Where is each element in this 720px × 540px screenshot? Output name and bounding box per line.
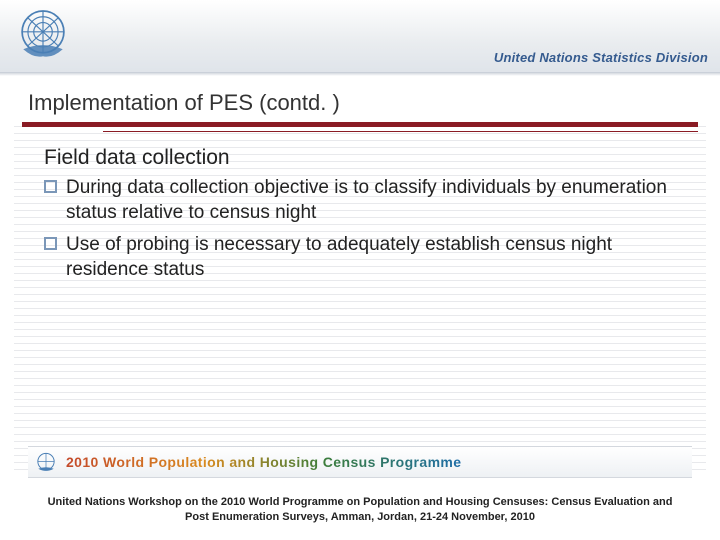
bullet-text: During data collection objective is to c… <box>66 177 667 223</box>
content: Field data collection During data collec… <box>0 138 720 283</box>
footnote: United Nations Workshop on the 2010 Worl… <box>40 495 680 524</box>
section-heading: Field data collection <box>44 146 676 170</box>
division-label: United Nations Statistics Division <box>494 50 708 65</box>
body-area: Implementation of PES (contd. ) Field da… <box>0 80 720 460</box>
bullet-text: Use of probing is necessary to adequatel… <box>66 234 612 280</box>
title-underline <box>22 122 698 132</box>
footer-banner: 2010 World Population and Housing Census… <box>28 446 692 478</box>
un-emblem-small-icon <box>34 450 58 474</box>
slide-title: Implementation of PES (contd. ) <box>0 80 720 122</box>
square-bullet-icon <box>44 180 57 193</box>
un-emblem-icon <box>14 4 72 62</box>
header-bar: United Nations Statistics Division <box>0 0 720 73</box>
banner-text: 2010 World Population and Housing Census… <box>66 454 461 470</box>
list-item: Use of probing is necessary to adequatel… <box>44 233 676 282</box>
list-item: During data collection objective is to c… <box>44 176 676 225</box>
header-divider <box>0 72 720 76</box>
slide: United Nations Statistics Division Imple… <box>0 0 720 540</box>
bullet-list: During data collection objective is to c… <box>44 176 676 283</box>
square-bullet-icon <box>44 237 57 250</box>
